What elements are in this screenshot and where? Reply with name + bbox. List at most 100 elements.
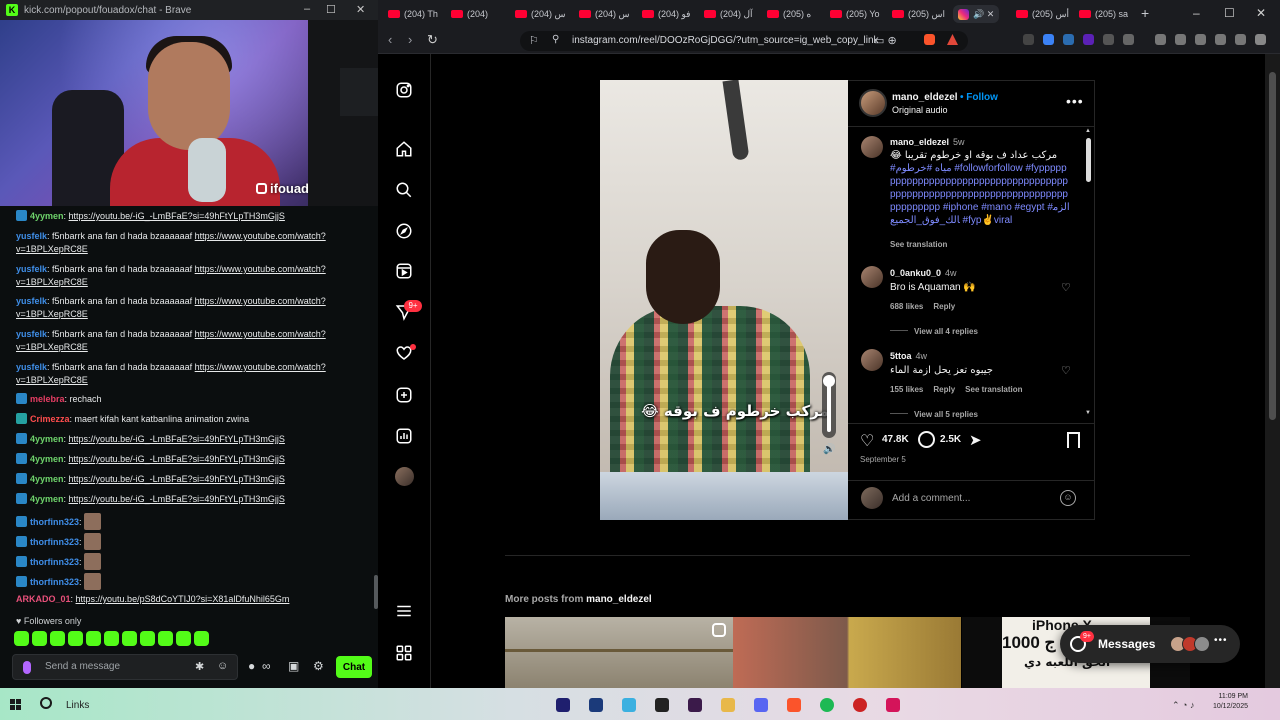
home-icon[interactable] [395,140,413,158]
share-icon[interactable]: ➤ [969,431,982,449]
tab[interactable]: (204) [451,5,488,23]
wallet-icon[interactable] [1195,34,1206,45]
chat-input-placeholder[interactable]: Send a message [45,661,120,672]
bookmark-icon[interactable]: ⚐ [529,34,539,47]
profile-avatar[interactable] [395,467,414,486]
caption-author-avatar[interactable] [861,136,883,158]
more-menu-icon[interactable] [395,602,413,620]
emote-quick-bar[interactable] [14,631,209,646]
browser-minimize-icon[interactable]: – [1193,6,1200,20]
taskbar-clock[interactable]: 11:09 PM 10/12/2025 [1200,692,1248,712]
tab[interactable]: (204) س [515,5,566,23]
chat-username[interactable]: yusfelk [16,296,47,306]
tab[interactable]: (205) sa [1079,5,1128,23]
start-button[interactable] [10,699,21,710]
comment-like-icon[interactable]: ♡ [1061,281,1071,294]
new-tab-button[interactable]: + [1141,5,1149,21]
view-replies-link[interactable]: View all 4 replies [890,327,978,336]
file-explorer-icon[interactable] [721,698,735,712]
site-info-icon[interactable]: ⚲ [552,34,559,45]
like-heart-icon[interactable]: ♡ [860,431,874,451]
tab[interactable]: (204) آل [704,5,753,23]
reply-button[interactable]: Reply [933,385,955,394]
extension-icon[interactable] [1063,34,1074,45]
chat-link[interactable]: https://www.youtube.com/watch?v=1BPLXepR… [16,231,326,254]
vpn-icon[interactable] [1235,34,1246,45]
caption-author[interactable]: mano_eldezel 5w [890,137,965,147]
chat-username[interactable]: thorfinn323 [30,517,79,527]
chat-link[interactable]: https://youtu.be/-iG_-LmBFaE?si=49hFtYLp… [69,211,285,221]
explore-icon[interactable] [395,222,413,240]
see-translation-link[interactable]: See translation [965,385,1022,394]
app-icon[interactable] [622,698,636,712]
comment-like-icon[interactable]: ♡ [1061,364,1071,377]
app-icon[interactable] [853,698,867,712]
chat-link[interactable]: https://www.youtube.com/watch?v=1BPLXepR… [16,362,326,385]
messages-button[interactable]: 9+ Messages ••• [1060,625,1240,663]
premiere-app-icon[interactable] [556,698,570,712]
chat-username[interactable]: 4yymen [30,454,64,464]
sidebar-toggle-icon[interactable] [1175,34,1186,45]
comment-author-avatar[interactable] [861,349,883,371]
glasses-icon[interactable]: ∞ [262,659,271,673]
extension-icon[interactable] [1023,34,1034,45]
photoshop-app-icon[interactable] [589,698,603,712]
volume-icon[interactable]: 🔊 [823,444,836,457]
chat-username[interactable]: thorfinn323 [30,537,79,547]
discord-icon[interactable] [754,698,768,712]
save-bookmark-icon[interactable] [1067,432,1080,448]
tab[interactable]: (204) س [579,5,630,23]
tab[interactable]: (204) Th [388,5,438,23]
comment-author-avatar[interactable] [861,266,883,288]
extension-icon[interactable] [1103,34,1114,45]
search-icon[interactable] [395,181,413,199]
reel-video[interactable] [600,80,848,520]
quick-emote-icon[interactable]: ✱ [195,660,204,673]
tab[interactable]: (205) ه [767,5,811,23]
comment-bubble-icon[interactable] [918,431,935,448]
tab[interactable]: (205) أس [1016,5,1069,23]
see-translation-link[interactable]: See translation [890,240,947,249]
tab[interactable]: (205) اس [892,5,945,23]
extension-icon[interactable] [1043,34,1054,45]
chat-link[interactable]: https://www.youtube.com/watch?v=1BPLXepR… [16,264,326,287]
emoji-icon[interactable]: ☺ [1060,490,1076,506]
app-icon[interactable] [688,698,702,712]
comments-scrollbar[interactable]: ▲ ▼ [1085,128,1093,420]
also-from-meta-icon[interactable] [395,644,413,662]
create-post-icon[interactable] [395,386,413,404]
tab-instagram-active[interactable]: 🔊 ✕ [953,5,1000,23]
volume-knob[interactable] [823,375,835,387]
chat-link[interactable]: https://www.youtube.com/watch?v=1BPLXepR… [16,296,326,319]
settings-icon[interactable]: ⚙ [313,659,324,673]
tab[interactable]: (205) Yo [830,5,880,23]
extension-icon[interactable] [1083,34,1094,45]
users-icon[interactable]: ● [248,659,255,673]
extensions-puzzle-icon[interactable] [1123,34,1134,45]
chat-username[interactable]: yusfelk [16,264,47,274]
chat-link[interactable]: https://youtu.be/-iG_-LmBFaE?si=49hFtYLp… [69,434,285,444]
more-options-icon[interactable]: ••• [1066,93,1084,109]
more-posts-user-link[interactable]: mano_eldezel [586,594,652,605]
music-icon[interactable] [1155,34,1166,45]
address-bar[interactable]: ⚐ ⚲ instagram.com/reel/DOOzRoGjDGG/?utm_… [520,31,968,51]
more-post-thumbnail[interactable] [733,617,961,688]
url-text[interactable]: instagram.com/reel/DOOzRoGjDGG/?utm_sour… [572,35,879,46]
browser-close-icon[interactable]: ✕ [1256,6,1266,20]
chat-username[interactable]: yusfelk [16,329,47,339]
menu-icon[interactable] [1255,34,1266,45]
original-audio-link[interactable]: Original audio [892,105,948,115]
post-author-avatar[interactable] [859,89,887,117]
forward-icon[interactable]: › [408,32,412,47]
chat-username[interactable]: 4yymen [30,434,64,444]
gift-icon[interactable]: ▣ [288,659,299,673]
chat-link[interactable]: https://youtu.be/-iG_-LmBFaE?si=49hFtYLp… [69,454,285,464]
chat-username[interactable]: yusfelk [16,231,47,241]
taskbar-search-label[interactable]: Links [66,700,89,711]
chat-username[interactable]: 4yymen [30,211,64,221]
close-icon[interactable]: ✕ [356,3,365,16]
leo-ai-icon[interactable] [1215,34,1226,45]
scrollbar-thumb[interactable] [1269,72,1276,420]
more-post-thumbnail[interactable] [505,617,733,688]
comment-author[interactable]: 5ttoa 4w [890,351,927,361]
